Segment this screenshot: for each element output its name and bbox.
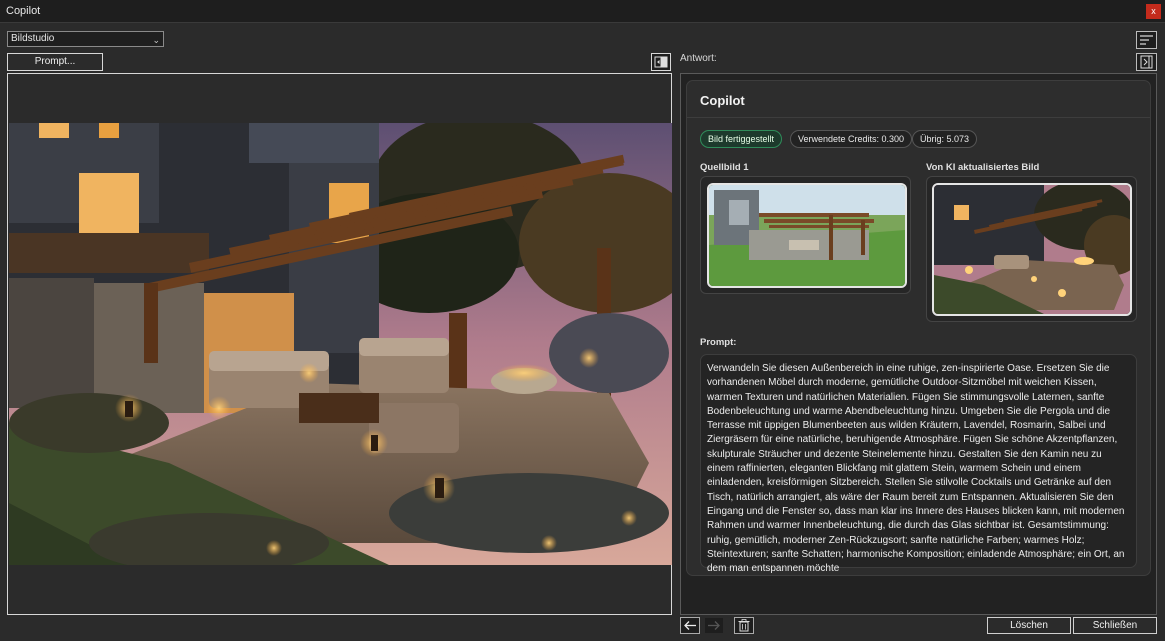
prompt-button[interactable]: Prompt... xyxy=(7,53,103,71)
source-image xyxy=(709,185,905,286)
arrow-right-icon xyxy=(708,621,720,630)
credits-used-badge: Verwendete Credits: 0.300 xyxy=(790,130,913,148)
delete-button[interactable]: Löschen xyxy=(987,617,1071,634)
close-button[interactable]: Schließen xyxy=(1073,617,1157,634)
menu-icon xyxy=(1140,35,1153,45)
answer-label: Antwort: xyxy=(680,53,717,64)
ai-image-label: Von KI aktualisiertes Bild xyxy=(926,162,1040,173)
card-divider xyxy=(686,117,1151,118)
close-window-button[interactable]: x xyxy=(1146,4,1161,19)
delete-entry-button[interactable] xyxy=(734,617,754,634)
arrow-left-icon xyxy=(684,621,696,630)
generated-image xyxy=(9,123,672,565)
chevron-down-icon: ⌄ xyxy=(152,35,160,45)
image-canvas[interactable] xyxy=(7,73,672,615)
swap-icon xyxy=(654,56,668,68)
mode-select[interactable]: Bildstudio ⌄ xyxy=(7,31,164,47)
status-badge: Bild fertiggestellt xyxy=(700,130,783,148)
prompt-text: Verwandeln Sie diesen Außenbereich in ei… xyxy=(707,363,1125,575)
credits-remaining-badge: Übrig: 5.073 xyxy=(912,130,978,148)
window-title: Copilot xyxy=(6,5,41,17)
ai-image-thumbnail[interactable] xyxy=(932,183,1132,316)
trash-icon xyxy=(738,619,750,632)
back-button[interactable] xyxy=(680,617,700,634)
forward-button[interactable] xyxy=(704,617,724,634)
menu-button[interactable] xyxy=(1136,31,1157,49)
title-bar: Copilot x xyxy=(0,0,1165,23)
swap-button[interactable] xyxy=(651,53,671,71)
mode-select-value: Bildstudio xyxy=(11,33,55,44)
prompt-label: Prompt: xyxy=(700,337,737,348)
source-image-label: Quellbild 1 xyxy=(700,162,749,173)
panel-collapse-button[interactable] xyxy=(1136,53,1157,71)
ai-image xyxy=(934,185,1130,314)
source-image-thumbnail[interactable] xyxy=(707,183,907,288)
panel-collapse-icon xyxy=(1140,55,1153,69)
card-title: Copilot xyxy=(700,93,745,108)
